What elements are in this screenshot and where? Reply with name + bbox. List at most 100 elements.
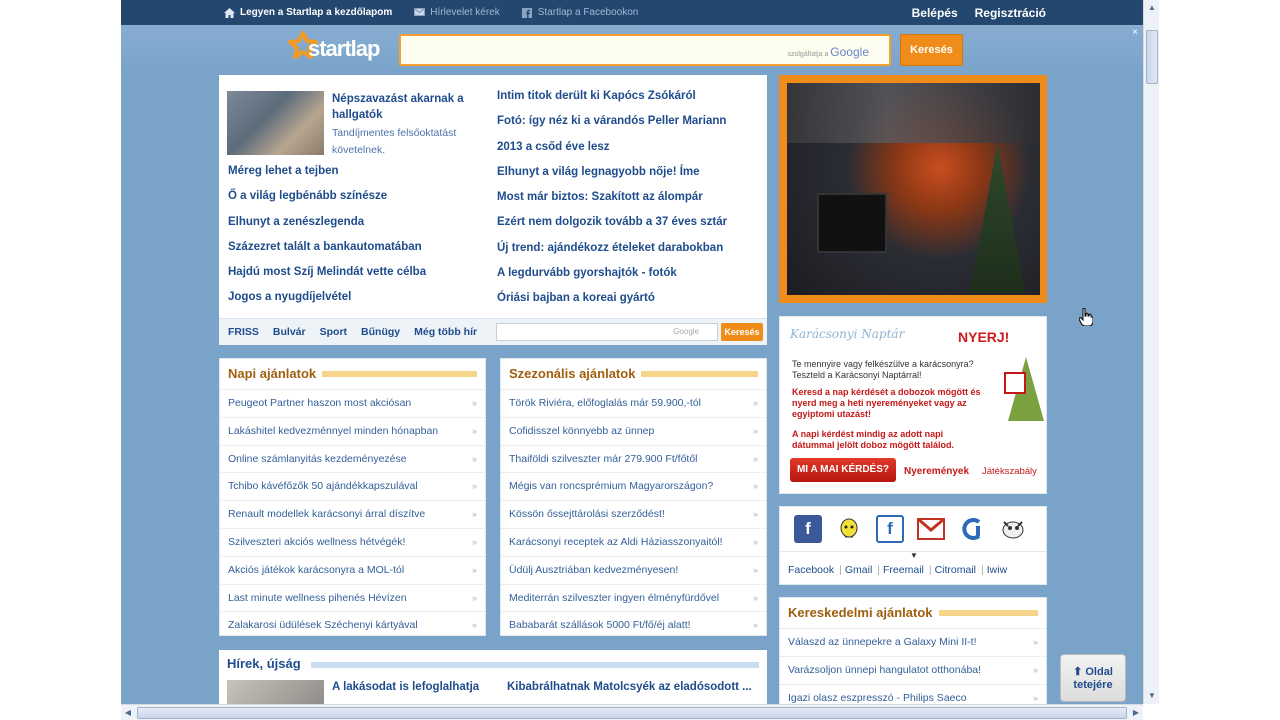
tab-bulvar[interactable]: Bulvár	[273, 326, 306, 338]
main-search-button[interactable]: Keresés	[900, 34, 963, 66]
register-link[interactable]: Regisztráció	[975, 6, 1046, 20]
featured-news-title[interactable]: Népszavazást akarnak a hallgatók	[332, 91, 472, 123]
list-item[interactable]: Mégis van roncsprémium Magyarországon?	[501, 472, 766, 500]
news-list-right: Intim titok derült ki Kapócs Zsókáról Fo…	[497, 90, 727, 318]
arrow-up-icon: ⬆	[1073, 666, 1083, 678]
commercial-offers-title-text: Kereskedelmi ajánlatok	[788, 605, 939, 620]
back-to-top-button[interactable]: ⬆ Oldal tetejére	[1060, 654, 1126, 702]
advent-calendar-ad[interactable]: Karácsonyi Naptár NYERJ! Te mennyire vag…	[779, 316, 1047, 494]
facebook-page-link[interactable]: Startlap a Facebookon	[521, 7, 638, 18]
vertical-scrollbar[interactable]: ▲ ▼	[1143, 0, 1159, 704]
rules-link[interactable]: Játékszabály	[982, 466, 1037, 477]
list-item[interactable]: Cofidisszel könnyebb az ünnep	[501, 416, 766, 445]
citromail-icon[interactable]	[958, 515, 986, 543]
set-homepage-label: Legyen a Startlap a kezdőlapom	[240, 7, 393, 18]
hand-cursor-icon	[1078, 307, 1094, 327]
horizontal-scrollbar[interactable]: ◀ ▶	[121, 704, 1143, 720]
facebook-link[interactable]: Facebook	[788, 564, 834, 576]
list-item[interactable]: Zalakarosi üdülések Széchenyi kártyával	[220, 611, 485, 639]
horizontal-scroll-thumb[interactable]	[137, 707, 1127, 719]
news-item[interactable]: Ő a világ legbénább színésze	[228, 190, 426, 215]
scroll-left-arrow-icon[interactable]: ◀	[121, 705, 135, 720]
login-link[interactable]: Belépés	[912, 6, 958, 20]
tab-bunugy[interactable]: Bűnügy	[361, 326, 400, 338]
news-item[interactable]: Elhunyt a zenészlegenda	[228, 216, 426, 241]
news-item[interactable]: Méreg lehet a tejben	[228, 165, 426, 190]
gmail-link[interactable]: Gmail	[845, 564, 872, 576]
list-item[interactable]: Válaszd az ünnepekre a Galaxy Mini II-t!	[780, 628, 1046, 656]
featured-news-image[interactable]	[227, 91, 324, 155]
list-item[interactable]: Bababarát szállások 5000 Ft/fő/éj alatt!	[501, 611, 766, 639]
set-homepage-link[interactable]: Legyen a Startlap a kezdőlapom	[224, 7, 392, 18]
list-item[interactable]: Üdülj Ausztriában kedvezményesen!	[501, 555, 766, 584]
list-item[interactable]: Karácsonyi receptek az Aldi Háziasszonya…	[501, 527, 766, 556]
video-frame[interactable]	[787, 83, 1040, 295]
iwiw-icon[interactable]	[999, 515, 1027, 543]
news-section-item[interactable]: A lakásodat is lefoglalhatja	[332, 681, 479, 693]
scroll-up-arrow-icon[interactable]: ▲	[1145, 0, 1159, 16]
citromail-link[interactable]: Citromail	[935, 564, 976, 576]
todays-question-button[interactable]: MI A MAI KÉRDÉS?	[790, 458, 896, 482]
news-search-input[interactable]: Google	[496, 323, 718, 341]
news-item[interactable]: Elhunyt a világ legnagyobb nője! Íme	[497, 166, 727, 191]
vertical-scroll-thumb[interactable]	[1146, 30, 1158, 84]
link-separator: |	[981, 564, 984, 576]
news-section: Hírek, újság A lakásodat is lefoglalhatj…	[219, 650, 767, 704]
list-item[interactable]: Varázsoljon ünnepi hangulatot otthonába!	[780, 655, 1046, 684]
list-item[interactable]: Mediterrán szilveszter ingyen élményfürd…	[501, 583, 766, 611]
list-item[interactable]: Igazi olasz eszpresszó - Philips Saeco	[780, 683, 1046, 704]
prizes-link[interactable]: Nyeremények	[904, 466, 969, 477]
account-links: Belépés Regisztráció	[895, 0, 1046, 25]
video-ad[interactable]	[779, 75, 1047, 303]
list-item[interactable]: Kössön őssejttárolási szerződést!	[501, 500, 766, 528]
news-item[interactable]: Ezért nem dolgozik tovább a 37 éves sztá…	[497, 216, 727, 241]
news-item[interactable]: Jogos a nyugdíjelvétel	[228, 291, 426, 316]
news-item[interactable]: Óriási bajban a koreai gyártó	[497, 292, 727, 317]
news-section-image[interactable]	[227, 680, 324, 704]
facebook-icon[interactable]: f	[794, 515, 822, 543]
main-search-input[interactable]: szolgáltatja a Google	[399, 34, 891, 66]
news-item[interactable]: Fotó: így néz ki a várandós Peller Maria…	[497, 115, 727, 140]
list-item[interactable]: Szilveszteri akciós wellness hétvégék!	[220, 527, 485, 556]
list-item[interactable]: Thaiföldi szilveszter már 279.900 Ft/főt…	[501, 444, 766, 472]
featured-news-desc[interactable]: Tandíjmentes felsőoktatást követelnek.	[332, 125, 472, 159]
list-item[interactable]: Lakáshitel kedvezménnyel minden hónapban	[220, 416, 485, 445]
list-item[interactable]: Renault modellek karácsonyi árral díszít…	[220, 500, 485, 528]
gmail-lemon-icon[interactable]	[835, 515, 863, 543]
news-item[interactable]: Intim titok derült ki Kapócs Zsókáról	[497, 90, 727, 115]
news-item[interactable]: Most már biztos: Szakított az álompár	[497, 191, 727, 216]
news-search-button[interactable]: Keresés	[721, 323, 763, 341]
list-item[interactable]: Last minute wellness pihenés Hévízen	[220, 583, 485, 611]
link-separator: |	[839, 564, 842, 576]
list-item[interactable]: Tchibo kávéfőzők 50 ajándékkapszulával	[220, 472, 485, 500]
seasonal-offers-title-text: Szezonális ajánlatok	[509, 366, 642, 381]
freemail-icon[interactable]: f	[876, 515, 904, 543]
news-item[interactable]: 2013 a csőd éve lesz	[497, 141, 727, 166]
iwiw-link[interactable]: Iwiw	[987, 564, 1007, 576]
newsletter-link[interactable]: Hírlevelet kérek	[414, 7, 500, 18]
daily-offers-list: Peugeot Partner haszon most akciósan Lak…	[220, 389, 485, 639]
tab-sport[interactable]: Sport	[320, 326, 347, 338]
list-item[interactable]: Online számlanyitás kezdeményezése	[220, 444, 485, 472]
startlap-logo[interactable]: startlap	[288, 29, 380, 69]
freemail-link[interactable]: Freemail	[883, 564, 924, 576]
mail-social-box: f f ▼ Facebook | Gmail | Freemail | Citromail |…	[779, 506, 1047, 585]
commercial-offers-list: Válaszd az ünnepekre a Galaxy Mini II-t!…	[780, 628, 1046, 704]
page: Legyen a Startlap a kezdőlapom Hírlevele…	[121, 0, 1143, 704]
gmail-icon[interactable]	[917, 515, 945, 543]
daily-offers-title: Napi ajánlatok	[228, 366, 323, 381]
tab-friss[interactable]: FRISS	[228, 326, 259, 338]
news-item[interactable]: Hajdú most Szíj Melindát vette célba	[228, 266, 426, 291]
list-item[interactable]: Peugeot Partner haszon most akciósan	[220, 389, 485, 417]
scroll-right-arrow-icon[interactable]: ▶	[1129, 705, 1143, 720]
list-item[interactable]: Akciós játékok karácsonyra a MOL-tól	[220, 555, 485, 584]
close-icon[interactable]: ×	[1132, 27, 1138, 38]
scroll-down-arrow-icon[interactable]: ▼	[1145, 688, 1159, 704]
list-item[interactable]: Török Riviéra, előfoglalás már 59.900,-t…	[501, 389, 766, 417]
news-item[interactable]: Új trend: ajándékozz ételeket darabokban	[497, 242, 727, 267]
news-item[interactable]: Százezret talált a bankautomatában	[228, 241, 426, 266]
tab-more-news[interactable]: Még több hír	[414, 326, 477, 338]
news-section-item[interactable]: Kibabrálhatnak Matolcsyék az eladósodott…	[507, 681, 752, 693]
news-item[interactable]: A legdurvább gyorshajtók - fotók	[497, 267, 727, 292]
seasonal-offers-list: Török Riviéra, előfoglalás már 59.900,-t…	[501, 389, 766, 639]
